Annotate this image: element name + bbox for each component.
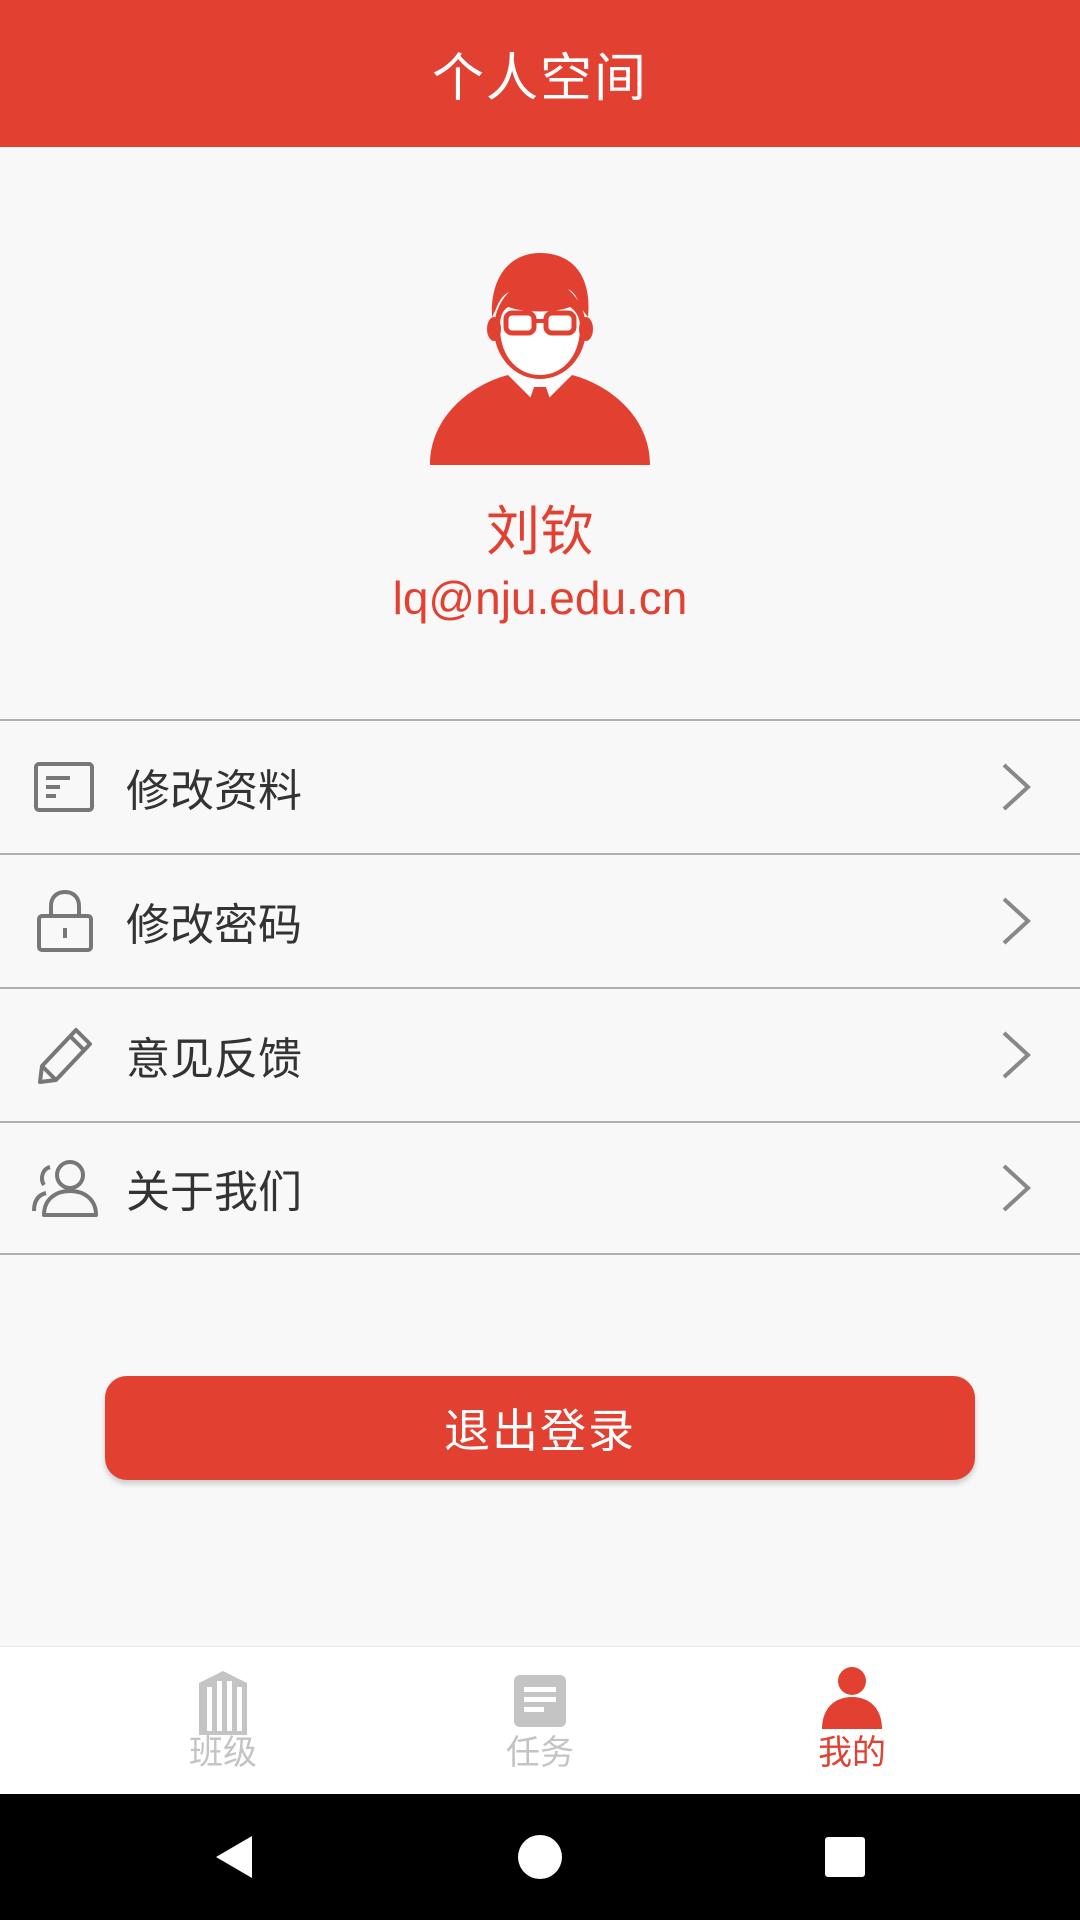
tab-mine[interactable]: 我的 xyxy=(752,1647,952,1795)
menu-item-about-us[interactable]: 关于我们 xyxy=(0,1121,1080,1255)
recents-icon[interactable] xyxy=(820,1832,870,1882)
chevron-right-icon xyxy=(1002,897,1031,945)
tab-class[interactable]: 班级 xyxy=(123,1647,323,1795)
bottom-tab-bar: 班级 任务 我的 xyxy=(0,1646,1080,1794)
pencil-icon xyxy=(38,1028,92,1084)
menu-item-label: 修改资料 xyxy=(126,766,302,817)
home-icon[interactable] xyxy=(515,1832,565,1882)
menu-item-label: 意见反馈 xyxy=(126,1034,302,1085)
user-avatar-icon xyxy=(430,253,650,465)
tab-tasks[interactable]: 任务 xyxy=(440,1647,640,1795)
user-name: 刘钦 xyxy=(486,500,594,563)
people-icon xyxy=(32,1160,98,1217)
menu-item-label: 关于我们 xyxy=(126,1167,302,1218)
tab-label: 班级 xyxy=(189,1733,257,1773)
menu-item-change-password[interactable]: 修改密码 xyxy=(0,853,1080,987)
chevron-right-icon xyxy=(1002,763,1031,811)
profile-header: 刘钦 lq@nju.edu.cn xyxy=(0,147,1080,719)
profile-card-icon xyxy=(34,762,94,812)
page-title: 个人空间 xyxy=(431,49,648,109)
tab-label: 任务 xyxy=(506,1733,574,1773)
menu-item-label: 修改密码 xyxy=(126,900,302,951)
back-icon[interactable] xyxy=(210,1832,260,1882)
app-bar: 个人空间 xyxy=(0,0,1080,147)
logout-button[interactable]: 退出登录 xyxy=(105,1376,975,1480)
menu-item-edit-profile[interactable]: 修改资料 xyxy=(0,719,1080,853)
settings-menu: 修改资料 修改密码 意见反馈 关于我们 xyxy=(0,719,1080,1255)
menu-item-feedback[interactable]: 意见反馈 xyxy=(0,987,1080,1121)
chevron-right-icon xyxy=(1002,1031,1031,1079)
chevron-right-icon xyxy=(1002,1164,1031,1212)
lock-icon xyxy=(37,889,93,952)
system-nav-bar xyxy=(0,1794,1080,1920)
tab-label: 我的 xyxy=(818,1733,886,1773)
user-email: lq@nju.edu.cn xyxy=(392,572,688,624)
